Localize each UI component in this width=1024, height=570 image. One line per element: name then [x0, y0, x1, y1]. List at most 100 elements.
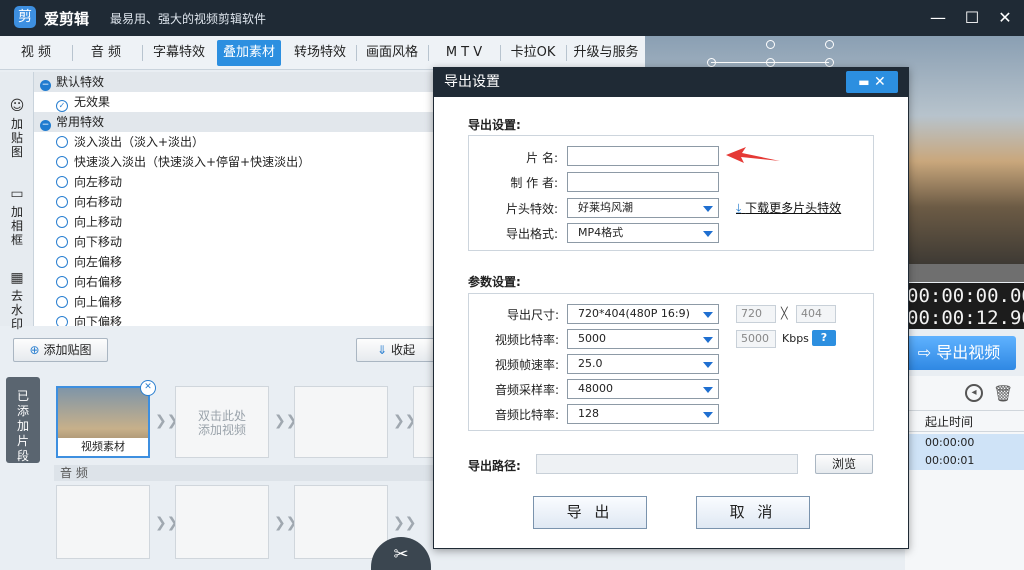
video-bitrate-select[interactable]: 5000	[567, 329, 719, 349]
video-bitrate-field: 5000	[736, 330, 776, 348]
empty-audio-slot[interactable]	[56, 485, 150, 559]
radio-icon	[56, 296, 68, 308]
add-sticker-button[interactable]: ⊕ 添加贴图	[13, 338, 108, 362]
export-path-label: 导出路径:	[468, 459, 521, 473]
radio-icon	[56, 316, 68, 326]
resize-handle-icon[interactable]	[825, 40, 834, 49]
times-icon: ╳	[781, 307, 788, 320]
preview-progress-bar[interactable]	[905, 264, 1024, 282]
effect-item[interactable]: 快速淡入淡出（快速淡入+停留+快速淡出）	[34, 152, 433, 172]
maximize-button[interactable]: ☐	[960, 6, 984, 30]
resize-handle-icon[interactable]	[766, 58, 775, 67]
dialog-close-button[interactable]: ▬ ✕	[846, 71, 898, 93]
browse-button[interactable]: 浏览	[815, 454, 873, 474]
tab-transition-effects[interactable]: 转场特效	[287, 40, 353, 66]
empty-clip-slot[interactable]	[413, 386, 433, 458]
tab-picture-style[interactable]: 画面风格	[359, 40, 425, 66]
side-tab-remove-watermark[interactable]: ▦ 去 水 印	[0, 256, 34, 331]
download-icon: ⤓	[736, 201, 742, 215]
delete-icon[interactable]: 🗑	[993, 384, 1013, 403]
radio-icon	[56, 156, 68, 168]
intro-effect-label: 片头特效:	[505, 202, 558, 216]
tab-upgrade-service[interactable]: 升级与服务	[569, 40, 643, 66]
effect-none[interactable]: ✓ 无效果	[34, 92, 433, 112]
add-video-placeholder[interactable]: 双击此处 添加视频	[175, 386, 269, 458]
group-default-effects[interactable]: − 默认特效	[34, 72, 433, 92]
effect-item[interactable]: 向下偏移	[34, 312, 433, 326]
effect-item[interactable]: 向右移动	[34, 192, 433, 212]
export-path-field[interactable]	[536, 454, 798, 474]
next-arrow-icon: ❯❯	[155, 413, 179, 429]
tab-overlay-material[interactable]: 叠加素材	[217, 40, 281, 66]
name-label: 片 名:	[526, 151, 558, 165]
cancel-button[interactable]: 取 消	[696, 496, 810, 529]
effect-item[interactable]: 向下移动	[34, 232, 433, 252]
side-tabs: ☺ 加 贴 图 ▭ 加 相 框 ▦ 去 水 印	[0, 72, 34, 331]
chevron-down-icon	[703, 312, 713, 318]
effect-item[interactable]: 向左偏移	[34, 252, 433, 272]
side-tab-add-sticker[interactable]: ☺ 加 贴 图	[0, 84, 34, 159]
resize-handle-icon[interactable]	[825, 58, 834, 67]
effect-item[interactable]: 向上偏移	[34, 292, 433, 312]
effect-item[interactable]: 向左移动	[34, 172, 433, 192]
tab-video[interactable]: 视 频	[6, 40, 66, 66]
empty-clip-slot[interactable]	[294, 386, 388, 458]
time-display: 00:00:00.000 00:00:12.900	[905, 283, 1024, 329]
export-button[interactable]: 导 出	[533, 496, 647, 529]
intro-effect-select[interactable]: 好莱坞风潮	[567, 198, 719, 218]
export-arrow-icon: ⇨	[917, 343, 932, 362]
audio-track-label: 音 频	[54, 465, 434, 481]
sample-rate-select[interactable]: 48000	[567, 379, 719, 399]
chevron-down-icon	[703, 206, 713, 212]
list-item[interactable]: 00:00:00	[925, 434, 974, 452]
next-arrow-icon: ❯❯	[393, 413, 417, 429]
frame-rate-label: 视频帧速率:	[494, 358, 559, 372]
effect-item[interactable]: 向右偏移	[34, 272, 433, 292]
tab-subtitle-effects[interactable]: 字幕特效	[146, 40, 212, 66]
chevron-down-icon	[703, 362, 713, 368]
added-clips-tab[interactable]: 已 添 加 片 段	[6, 377, 40, 463]
collapse-icon: −	[40, 120, 51, 131]
audio-bitrate-select[interactable]: 128	[567, 404, 719, 424]
group-common-effects[interactable]: − 常用特效	[34, 112, 433, 132]
empty-audio-slot[interactable]	[294, 485, 388, 559]
resize-handle-icon[interactable]	[707, 58, 716, 67]
list-header: 起止时间	[905, 410, 1024, 432]
size-select[interactable]: 720*404(480P 16:9)	[567, 304, 719, 324]
name-input[interactable]	[567, 146, 719, 166]
chevron-down-icon	[703, 337, 713, 343]
collapse-arrow-icon: ⇓	[377, 343, 388, 357]
empty-audio-slot[interactable]	[175, 485, 269, 559]
frame-rate-select[interactable]: 25.0	[567, 354, 719, 374]
list-item[interactable]: 00:00:01	[925, 452, 974, 470]
add-sticker-icon: ⊕	[29, 343, 40, 357]
effect-item[interactable]: 向上移动	[34, 212, 433, 232]
side-tab-add-frame[interactable]: ▭ 加 相 框	[0, 172, 34, 247]
tab-mtv[interactable]: M T V	[431, 40, 497, 66]
tab-audio[interactable]: 音 频	[76, 40, 136, 66]
radio-icon	[56, 236, 68, 248]
video-bitrate-label: 视频比特率:	[494, 333, 559, 347]
main-tab-bar: 视 频 音 频 字幕特效 叠加素材 转场特效 画面风格 M T V 卡拉OK 升…	[0, 36, 645, 70]
clip-thumbnail[interactable]: 视频素材 ✕	[56, 380, 156, 458]
radio-icon	[56, 136, 68, 148]
close-window-button[interactable]: ✕	[993, 6, 1017, 30]
export-video-button[interactable]: ⇨ 导出视频	[902, 336, 1016, 370]
sticker-toolbar: ⊕ 添加贴图 ⇓ 收起	[0, 330, 436, 370]
back-icon[interactable]: ◂	[965, 384, 983, 402]
effect-item[interactable]: 淡入淡出（淡入+淡出）	[34, 132, 433, 152]
app-logo-icon: 剪	[14, 6, 36, 28]
collapse-button[interactable]: ⇓ 收起	[356, 338, 436, 362]
radio-icon	[56, 216, 68, 228]
rotate-handle-icon[interactable]	[766, 40, 775, 49]
minimize-button[interactable]: —	[926, 6, 950, 30]
tab-karaoke[interactable]: 卡拉OK	[503, 40, 563, 66]
format-select[interactable]: MP4格式	[567, 223, 719, 243]
radio-icon	[56, 276, 68, 288]
remove-clip-icon[interactable]: ✕	[140, 380, 156, 396]
total-time: 00:00:12.900	[907, 307, 1024, 329]
audio-bitrate-label: 音频比特率:	[494, 408, 559, 422]
author-input[interactable]	[567, 172, 719, 192]
help-icon[interactable]: ?	[812, 330, 836, 346]
download-more-link[interactable]: ⤓ 下载更多片头特效	[736, 199, 841, 216]
